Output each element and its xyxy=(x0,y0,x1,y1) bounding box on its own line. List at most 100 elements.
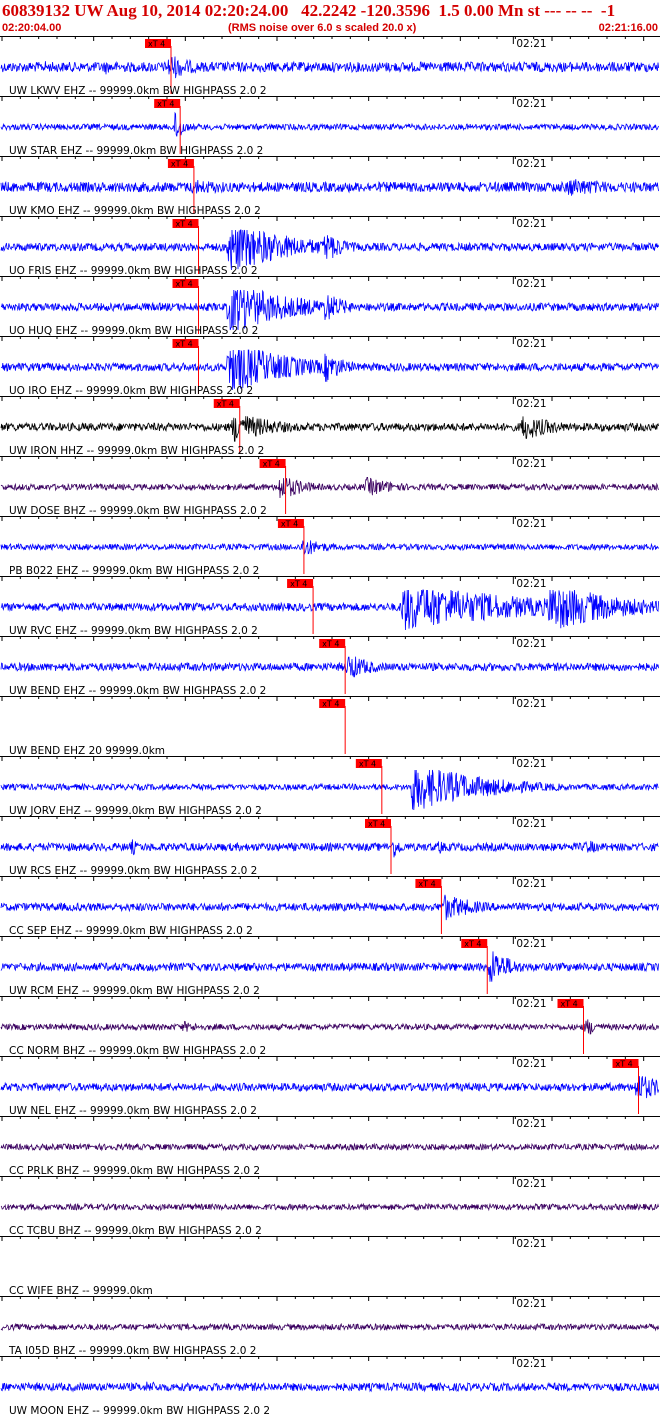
end-time-label: 02:21:16.00 xyxy=(598,22,658,34)
waveform xyxy=(0,589,659,631)
trace-row: 02:21 xT 4 UW NEL EHZ -- 99999.0km BW HIGH… xyxy=(0,1056,660,1117)
pick-label: xT 4 xyxy=(176,220,193,229)
pick-label: xT 4 xyxy=(418,880,435,889)
channel-label: CC TCBU BHZ -- 99999.0km BW HIGHPASS 2.0… xyxy=(9,1225,262,1237)
waveform xyxy=(0,1381,659,1393)
waveform xyxy=(0,349,659,391)
pick-label: xT 4 xyxy=(322,640,339,649)
minute-mark-label: 02:21 xyxy=(516,1178,546,1190)
trace-row: 02:21 xT 4 UW RCM EHZ -- 99999.0km BW HIGH… xyxy=(0,936,660,997)
channel-label: UW RVC EHZ -- 99999.0km BW HIGHPASS 2.0 … xyxy=(9,625,258,637)
waveform xyxy=(0,1322,659,1332)
trace-row: 02:21 xT 4 UW LKWV EHZ -- 99999.0km BW HIG… xyxy=(0,36,660,97)
minute-mark-label: 02:21 xyxy=(516,1358,546,1370)
pick-label: xT 4 xyxy=(217,400,234,409)
channel-label: UW RCM EHZ -- 99999.0km BW HIGHPASS 2.0 … xyxy=(9,985,260,997)
channel-label: UW BEND EHZ 20 99999.0km xyxy=(9,745,165,757)
channel-label: CC NORM BHZ -- 99999.0km BW HIGHPASS 2.0… xyxy=(9,1045,266,1057)
waveform xyxy=(0,540,659,555)
trace-row: 02:21 xT 4 UO IRO EHZ -- 99999.0km BW HIGH… xyxy=(0,336,660,397)
waveform xyxy=(0,111,659,137)
waveform xyxy=(0,229,659,271)
channel-label: UW MOON EHZ -- 99999.0km BW HIGHPASS 2.0… xyxy=(9,1405,270,1417)
waveform xyxy=(0,179,659,196)
minute-mark-label: 02:21 xyxy=(516,578,546,590)
channel-label: CC SEP EHZ -- 99999.0km BW HIGHPASS 2.0 … xyxy=(9,925,253,937)
minute-mark-label: 02:21 xyxy=(516,638,546,650)
pick-label: xT 4 xyxy=(176,280,193,289)
channel-label: TA I05D BHZ -- 99999.0km BW HIGHPASS 2.0… xyxy=(8,1345,256,1357)
pick-label: xT 4 xyxy=(359,760,376,769)
minute-mark-label: 02:21 xyxy=(516,158,546,170)
minute-mark-label: 02:21 xyxy=(516,98,546,110)
waveform xyxy=(0,56,659,79)
waveform xyxy=(0,951,659,982)
minute-mark-label: 02:21 xyxy=(516,278,546,290)
trace-row: 02:21 CC PRLK BHZ -- 99999.0km BW HIGHPAS… xyxy=(0,1116,660,1177)
channel-label: UW NEL EHZ -- 99999.0km BW HIGHPASS 2.0 … xyxy=(9,1105,257,1117)
trace-row: 02:21 CC TCBU BHZ -- 99999.0km BW HIGHPAS… xyxy=(0,1176,660,1237)
minute-mark-label: 02:21 xyxy=(516,1238,546,1250)
trace-row: 02:21 xT 4 CC NORM BHZ -- 99999.0km BW HIG… xyxy=(0,996,660,1057)
waveform xyxy=(0,1142,659,1152)
seismogram-panel: 02:21 xT 4 UW LKWV EHZ -- 99999.0km BW HIG… xyxy=(0,36,660,1417)
trace-row: 02:21 xT 4 UW BEND EHZ 20 99999.0km xyxy=(0,696,660,757)
channel-label: PB B022 EHZ -- 99999.0km BW HIGHPASS 2.0… xyxy=(9,565,259,577)
trace-row: 02:21 CC WIFE BHZ -- 99999.0km xyxy=(0,1236,660,1297)
trace-row: 02:21 xT 4 UW BEND EHZ -- 99999.0km BW HIG… xyxy=(0,636,660,697)
channel-label: UW JORV EHZ -- 99999.0km BW HIGHPASS 2.0… xyxy=(9,805,262,817)
pick-label: xT 4 xyxy=(148,40,165,49)
minute-mark-label: 02:21 xyxy=(516,398,546,410)
waveform xyxy=(0,656,659,678)
trace-row: 02:21 xT 4 UW RCS EHZ -- 99999.0km BW HIGH… xyxy=(0,816,660,877)
minute-mark-label: 02:21 xyxy=(516,878,546,890)
pick-label: xT 4 xyxy=(290,580,307,589)
minute-mark-label: 02:21 xyxy=(516,938,546,950)
start-time-label: 02:20:04.00 xyxy=(2,22,62,34)
waveform xyxy=(0,477,659,499)
waveform xyxy=(0,1076,659,1099)
pick-label: xT 4 xyxy=(176,340,193,349)
channel-label: UW IRON HHZ -- 99999.0km BW HIGHPASS 2.0… xyxy=(9,445,264,457)
rms-subtitle: (RMS noise over 6.0 s scaled 20.0 x) xyxy=(228,22,417,34)
pick-label: xT 4 xyxy=(263,460,280,469)
minute-mark-label: 02:21 xyxy=(516,1118,546,1130)
trace-row: 02:21 xT 4 UW STAR EHZ -- 99999.0km BW HIG… xyxy=(0,96,660,157)
pick-label: xT 4 xyxy=(281,520,298,529)
pick-label: xT 4 xyxy=(368,820,385,829)
waveform xyxy=(0,1019,659,1035)
waveform xyxy=(0,769,659,811)
minute-mark-label: 02:21 xyxy=(516,518,546,530)
waveform xyxy=(0,416,659,442)
waveform xyxy=(0,1202,659,1212)
channel-label: UW RCS EHZ -- 99999.0km BW HIGHPASS 2.0 … xyxy=(9,865,257,877)
channel-label: UW LKWV EHZ -- 99999.0km BW HIGHPASS 2.0… xyxy=(9,85,267,97)
trace-row: 02:21 xT 4 UW RVC EHZ -- 99999.0km BW HIGH… xyxy=(0,576,660,637)
trace-row: 02:21 xT 4 PB B022 EHZ -- 99999.0km BW HIG… xyxy=(0,516,660,577)
trace-row: 02:21 UW MOON EHZ -- 99999.0km BW HIGHPAS… xyxy=(0,1356,660,1417)
minute-mark-label: 02:21 xyxy=(516,998,546,1010)
channel-label: UW BEND EHZ -- 99999.0km BW HIGHPASS 2.0… xyxy=(9,685,266,697)
channel-label: CC PRLK BHZ -- 99999.0km BW HIGHPASS 2.0… xyxy=(9,1165,260,1177)
pick-label: xT 4 xyxy=(322,700,339,709)
minute-mark-label: 02:21 xyxy=(516,758,546,770)
pick-label: xT 4 xyxy=(157,100,174,109)
trace-row: 02:21 xT 4 UW IRON HHZ -- 99999.0km BW HIG… xyxy=(0,396,660,457)
minute-mark-label: 02:21 xyxy=(516,38,546,50)
minute-mark-label: 02:21 xyxy=(516,338,546,350)
trace-row: 02:21 xT 4 CC SEP EHZ -- 99999.0km BW HIGH… xyxy=(0,876,660,937)
trace-row: 02:21 xT 4 UO HUQ EHZ -- 99999.0km BW HIGH… xyxy=(0,276,660,337)
channel-label: UO IRO EHZ -- 99999.0km BW HIGHPASS 2.0 … xyxy=(9,385,253,397)
minute-mark-label: 02:21 xyxy=(516,1058,546,1070)
pick-label: xT 4 xyxy=(561,1000,578,1009)
trace-row: 02:21 xT 4 UW KMO EHZ -- 99999.0km BW HIGH… xyxy=(0,156,660,217)
channel-label: UW DOSE BHZ -- 99999.0km BW HIGHPASS 2.0… xyxy=(9,505,267,517)
pick-label: xT 4 xyxy=(464,940,481,949)
channel-label: UO HUQ EHZ -- 99999.0km BW HIGHPASS 2.0 … xyxy=(9,325,258,337)
waveform xyxy=(0,894,659,921)
pick-label: xT 4 xyxy=(616,1060,633,1069)
trace-row: 02:21 xT 4 UW DOSE BHZ -- 99999.0km BW HIG… xyxy=(0,456,660,517)
trace-row: 02:21 TA I05D BHZ -- 99999.0km BW HIGHPAS… xyxy=(0,1296,660,1357)
minute-mark-label: 02:21 xyxy=(516,1298,546,1310)
channel-label: UW KMO EHZ -- 99999.0km BW HIGHPASS 2.0 … xyxy=(9,205,261,217)
